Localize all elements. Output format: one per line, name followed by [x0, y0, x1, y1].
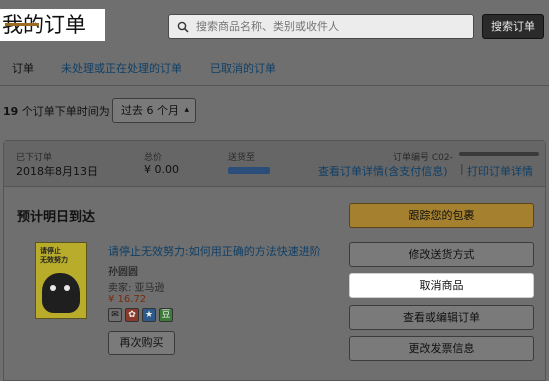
order-count: 19 个订单下单时间为: [3, 103, 110, 119]
order-card: 已下订单 2018年8月13日 总价 ¥ 0.00 送货至 订单编号 C02- …: [3, 140, 546, 381]
product-badges: ✉ ✿ ★ 豆: [108, 308, 173, 322]
order-total-value: ¥ 0.00: [144, 163, 179, 176]
product-image[interactable]: 请停止 无效努力: [35, 242, 87, 319]
search-orders-button[interactable]: 搜索订单: [482, 14, 544, 39]
order-count-number: 19: [3, 105, 19, 118]
print-order-link[interactable]: 打印订单详情: [467, 163, 533, 179]
search-box[interactable]: [168, 14, 474, 39]
tabs-divider: [0, 85, 549, 86]
period-select[interactable]: 过去 6 个月 ▴: [112, 98, 196, 123]
chevron-updown-icon: ▴: [184, 105, 189, 115]
cover-illustration: [42, 273, 80, 313]
delivery-estimate: 预计明日到达: [17, 210, 96, 225]
order-details-link[interactable]: 查看订单详情(含支付信息): [318, 163, 448, 179]
ship-to-label: 送货至: [228, 153, 256, 163]
order-number-redacted: [459, 152, 539, 156]
cover-eye-right: [64, 285, 70, 291]
order-card-header: 已下订单 2018年8月13日 总价 ¥ 0.00 送货至 订单编号 C02- …: [4, 141, 545, 187]
gift-icon[interactable]: ✿: [125, 308, 139, 322]
order-total-label: 总价: [144, 153, 163, 163]
search-icon: [177, 21, 189, 33]
change-invoice-button[interactable]: 更改发票信息: [349, 336, 534, 361]
view-edit-order-button[interactable]: 查看或编辑订单: [349, 305, 534, 330]
buy-again-button[interactable]: 再次购买: [108, 331, 175, 355]
bean-icon[interactable]: 豆: [159, 308, 173, 322]
tab-orders[interactable]: 订单: [12, 60, 34, 76]
period-select-value: 过去 6 个月: [121, 104, 179, 117]
product-price: ¥ 16.72: [108, 294, 147, 305]
product-title-link[interactable]: 请停止无效努力:如何用正确的方法快速进阶: [108, 243, 321, 259]
order-placed-label: 已下订单: [16, 153, 53, 163]
product-seller: 卖家: 亚马逊: [108, 283, 165, 294]
mail-icon[interactable]: ✉: [108, 308, 122, 322]
order-placed-date: 2018年8月13日: [16, 165, 98, 178]
recipient-name-redacted[interactable]: [228, 167, 270, 174]
track-package-button[interactable]: 跟踪您的包裹: [349, 203, 534, 228]
link-separator: |: [460, 162, 464, 175]
order-number-label: 订单编号 C02-: [393, 153, 453, 163]
tab-open-orders[interactable]: 未处理或正在处理的订单: [61, 60, 182, 76]
search-input[interactable]: [196, 20, 456, 33]
product-author: 孙圆圆: [108, 267, 138, 278]
star-icon[interactable]: ★: [142, 308, 156, 322]
change-shipping-button[interactable]: 修改送货方式: [349, 242, 534, 267]
cover-eye-left: [50, 285, 56, 291]
order-count-text: 个订单下单时间为: [18, 105, 110, 118]
cancel-items-button[interactable]: 取消商品: [349, 273, 534, 298]
cover-text-line2: 无效努力: [40, 256, 68, 264]
cover-text-line1: 请停止: [40, 247, 61, 255]
tab-cancelled-orders[interactable]: 已取消的订单: [210, 60, 276, 76]
active-tab-indicator: [5, 23, 39, 26]
